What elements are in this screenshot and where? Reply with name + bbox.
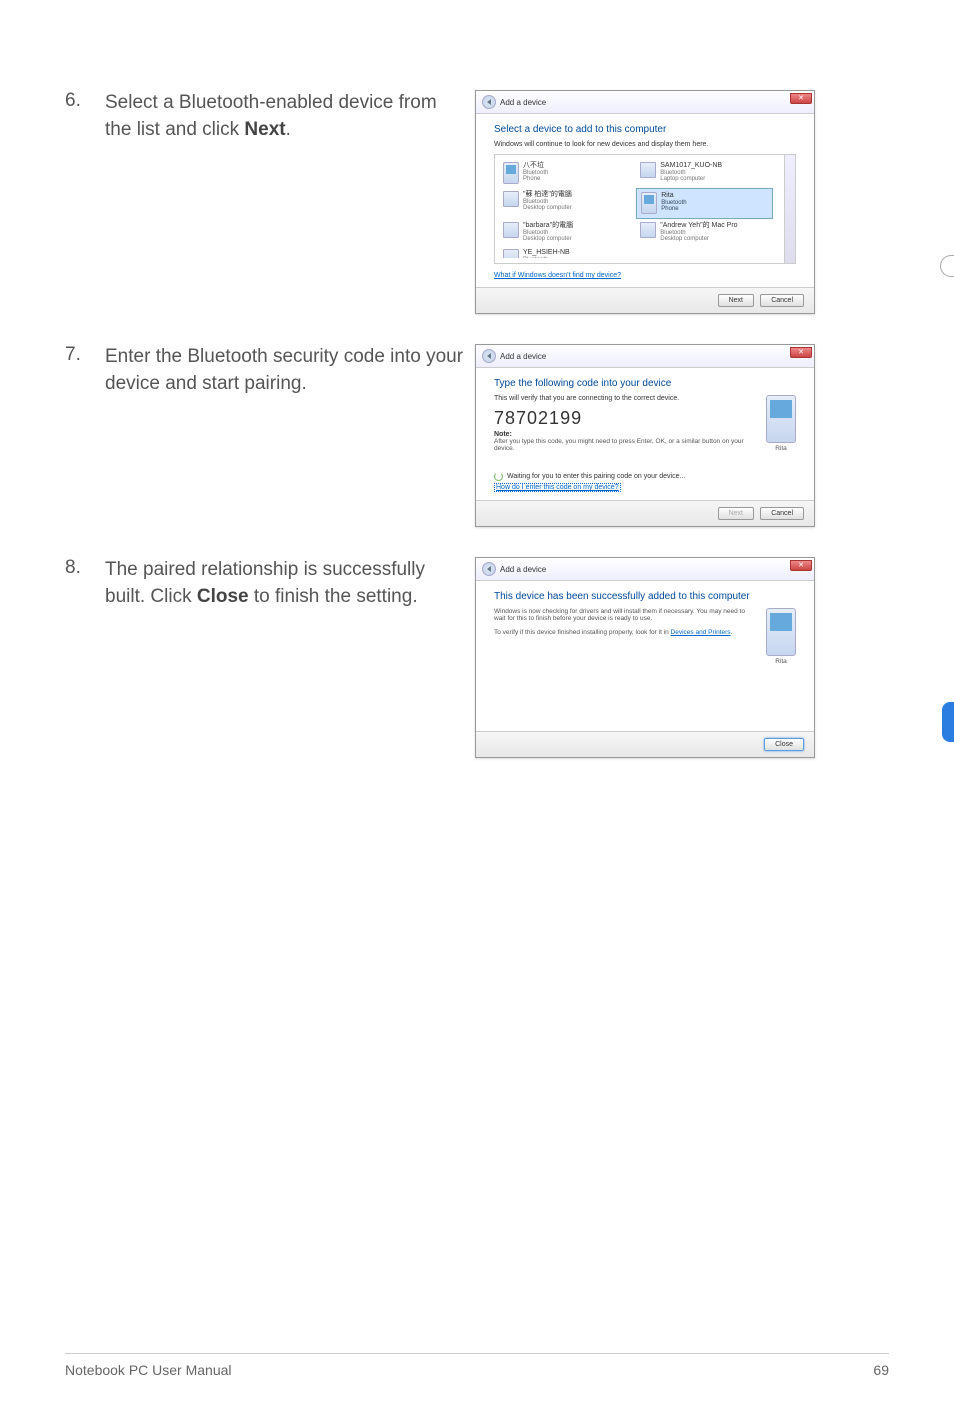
- page-edge-mark-side: [942, 702, 954, 742]
- dialog-heading: This device has been successfully added …: [494, 591, 796, 602]
- dialog-select-device: ✕ Add a device Select a device to add to…: [475, 90, 815, 314]
- device-name: "蘇 柏達"的電腦: [523, 191, 572, 199]
- devices-printers-link[interactable]: Devices and Printers: [671, 629, 731, 636]
- dialog-window-title: Add a device: [500, 352, 546, 361]
- desktop-icon: [503, 222, 519, 238]
- dialog-window-title: Add a device: [500, 565, 546, 574]
- dialog-heading: Type the following code into your device: [494, 378, 796, 389]
- step-text-bold: Next: [244, 119, 285, 140]
- device-label: Rita: [766, 445, 796, 452]
- help-link[interactable]: How do I enter this code on my device?: [494, 483, 621, 492]
- dialog-window-title: Add a device: [500, 98, 546, 107]
- step-text: Select a Bluetooth-enabled device from t…: [105, 90, 465, 143]
- close-button[interactable]: Close: [764, 738, 804, 751]
- step-number: 7.: [65, 344, 105, 366]
- device-line3: Desktop computer: [660, 236, 737, 242]
- pairing-code: 78702199: [494, 408, 756, 429]
- device-list[interactable]: 八不垃BluetoothPhone SAM1017_KUO-NBBluetoot…: [494, 154, 796, 264]
- page-edge-mark-top: [940, 255, 954, 277]
- dialog-pairing-code: ✕ Add a device Type the following code i…: [475, 344, 815, 527]
- device-name: Rita: [661, 192, 686, 200]
- device-line3: Desktop computer: [523, 205, 572, 211]
- help-link[interactable]: What if Windows doesn't find my device?: [494, 272, 796, 279]
- para-text-end: .: [731, 629, 733, 636]
- desktop-icon: [503, 191, 519, 207]
- step-number: 8.: [65, 557, 105, 579]
- device-item[interactable]: 八不垃BluetoothPhone: [499, 159, 636, 188]
- note-label: Note:: [494, 431, 756, 438]
- success-para1: Windows is now checking for drivers and …: [494, 608, 756, 622]
- device-item[interactable]: "Andrew Yeh"的 Mac ProBluetoothDesktop co…: [636, 219, 773, 246]
- device-name: 八不垃: [523, 162, 548, 170]
- next-button[interactable]: Next: [718, 294, 754, 307]
- close-icon[interactable]: ✕: [790, 93, 812, 104]
- para-text: To verify if this device finished instal…: [494, 629, 671, 636]
- device-name: "barbara"的電腦: [523, 222, 573, 230]
- phone-icon: [766, 608, 796, 656]
- next-button: Next: [718, 507, 754, 520]
- cancel-button[interactable]: Cancel: [760, 507, 804, 520]
- laptop-icon: [503, 249, 519, 258]
- cancel-button[interactable]: Cancel: [760, 294, 804, 307]
- success-para2: To verify if this device finished instal…: [494, 629, 756, 636]
- laptop-icon: [640, 162, 656, 178]
- device-item[interactable]: "蘇 柏達"的電腦BluetoothDesktop computer: [499, 188, 636, 219]
- device-label: Rita: [766, 658, 796, 665]
- desktop-icon: [640, 222, 656, 238]
- step-text: Enter the Bluetooth security code into y…: [105, 344, 465, 397]
- device-line3: Phone: [661, 206, 686, 212]
- device-name: "Andrew Yeh"的 Mac Pro: [660, 222, 737, 230]
- step-7: 7. Enter the Bluetooth security code int…: [65, 344, 889, 527]
- phone-icon: [641, 192, 657, 214]
- step-number: 6.: [65, 90, 105, 112]
- note-text: After you type this code, you might need…: [494, 438, 756, 452]
- dialog-subtext: Windows will continue to look for new de…: [494, 141, 796, 148]
- close-icon[interactable]: ✕: [790, 347, 812, 358]
- step-8: 8. The paired relationship is successful…: [65, 557, 889, 758]
- dialog-subtext: This will verify that you are connecting…: [494, 395, 756, 402]
- step-text-bold: Close: [197, 586, 249, 607]
- back-button[interactable]: [482, 562, 496, 576]
- device-item[interactable]: "barbara"的電腦BluetoothDesktop computer: [499, 219, 636, 246]
- step-text-c: to finish the setting.: [249, 586, 418, 607]
- device-line2: Bluetooth: [661, 200, 686, 206]
- dialog-success: ✕ Add a device This device has been succ…: [475, 557, 815, 758]
- phone-icon: [766, 395, 796, 443]
- device-line2: Bluetooth: [523, 257, 570, 258]
- back-button[interactable]: [482, 349, 496, 363]
- device-name: YE_HSIEH-NB: [523, 249, 570, 257]
- close-icon[interactable]: ✕: [790, 560, 812, 571]
- device-item[interactable]: SAM1017_KUO-NBBluetoothLaptop computer: [636, 159, 773, 188]
- dialog-heading: Select a device to add to this computer: [494, 124, 796, 135]
- device-line3: Laptop computer: [660, 176, 722, 182]
- device-item[interactable]: YE_HSIEH-NBBluetooth: [499, 246, 636, 258]
- back-button[interactable]: [482, 95, 496, 109]
- device-name: SAM1017_KUO-NB: [660, 162, 722, 170]
- device-item-selected[interactable]: RitaBluetoothPhone: [636, 188, 773, 219]
- waiting-status: Waiting for you to enter this pairing co…: [494, 472, 756, 481]
- spinner-icon: [494, 472, 503, 481]
- step-6: 6. Select a Bluetooth-enabled device fro…: [65, 90, 889, 314]
- footer-title: Notebook PC User Manual: [65, 1362, 232, 1378]
- phone-icon: [503, 162, 519, 184]
- page-footer: Notebook PC User Manual 69: [65, 1353, 889, 1378]
- step-text-c: .: [286, 119, 291, 140]
- waiting-text: Waiting for you to enter this pairing co…: [507, 473, 685, 480]
- device-line3: Desktop computer: [523, 236, 573, 242]
- device-line3: Phone: [523, 176, 548, 182]
- step-text: The paired relationship is successfully …: [105, 557, 465, 610]
- device-line2: Bluetooth: [523, 170, 548, 176]
- page-number: 69: [873, 1362, 889, 1378]
